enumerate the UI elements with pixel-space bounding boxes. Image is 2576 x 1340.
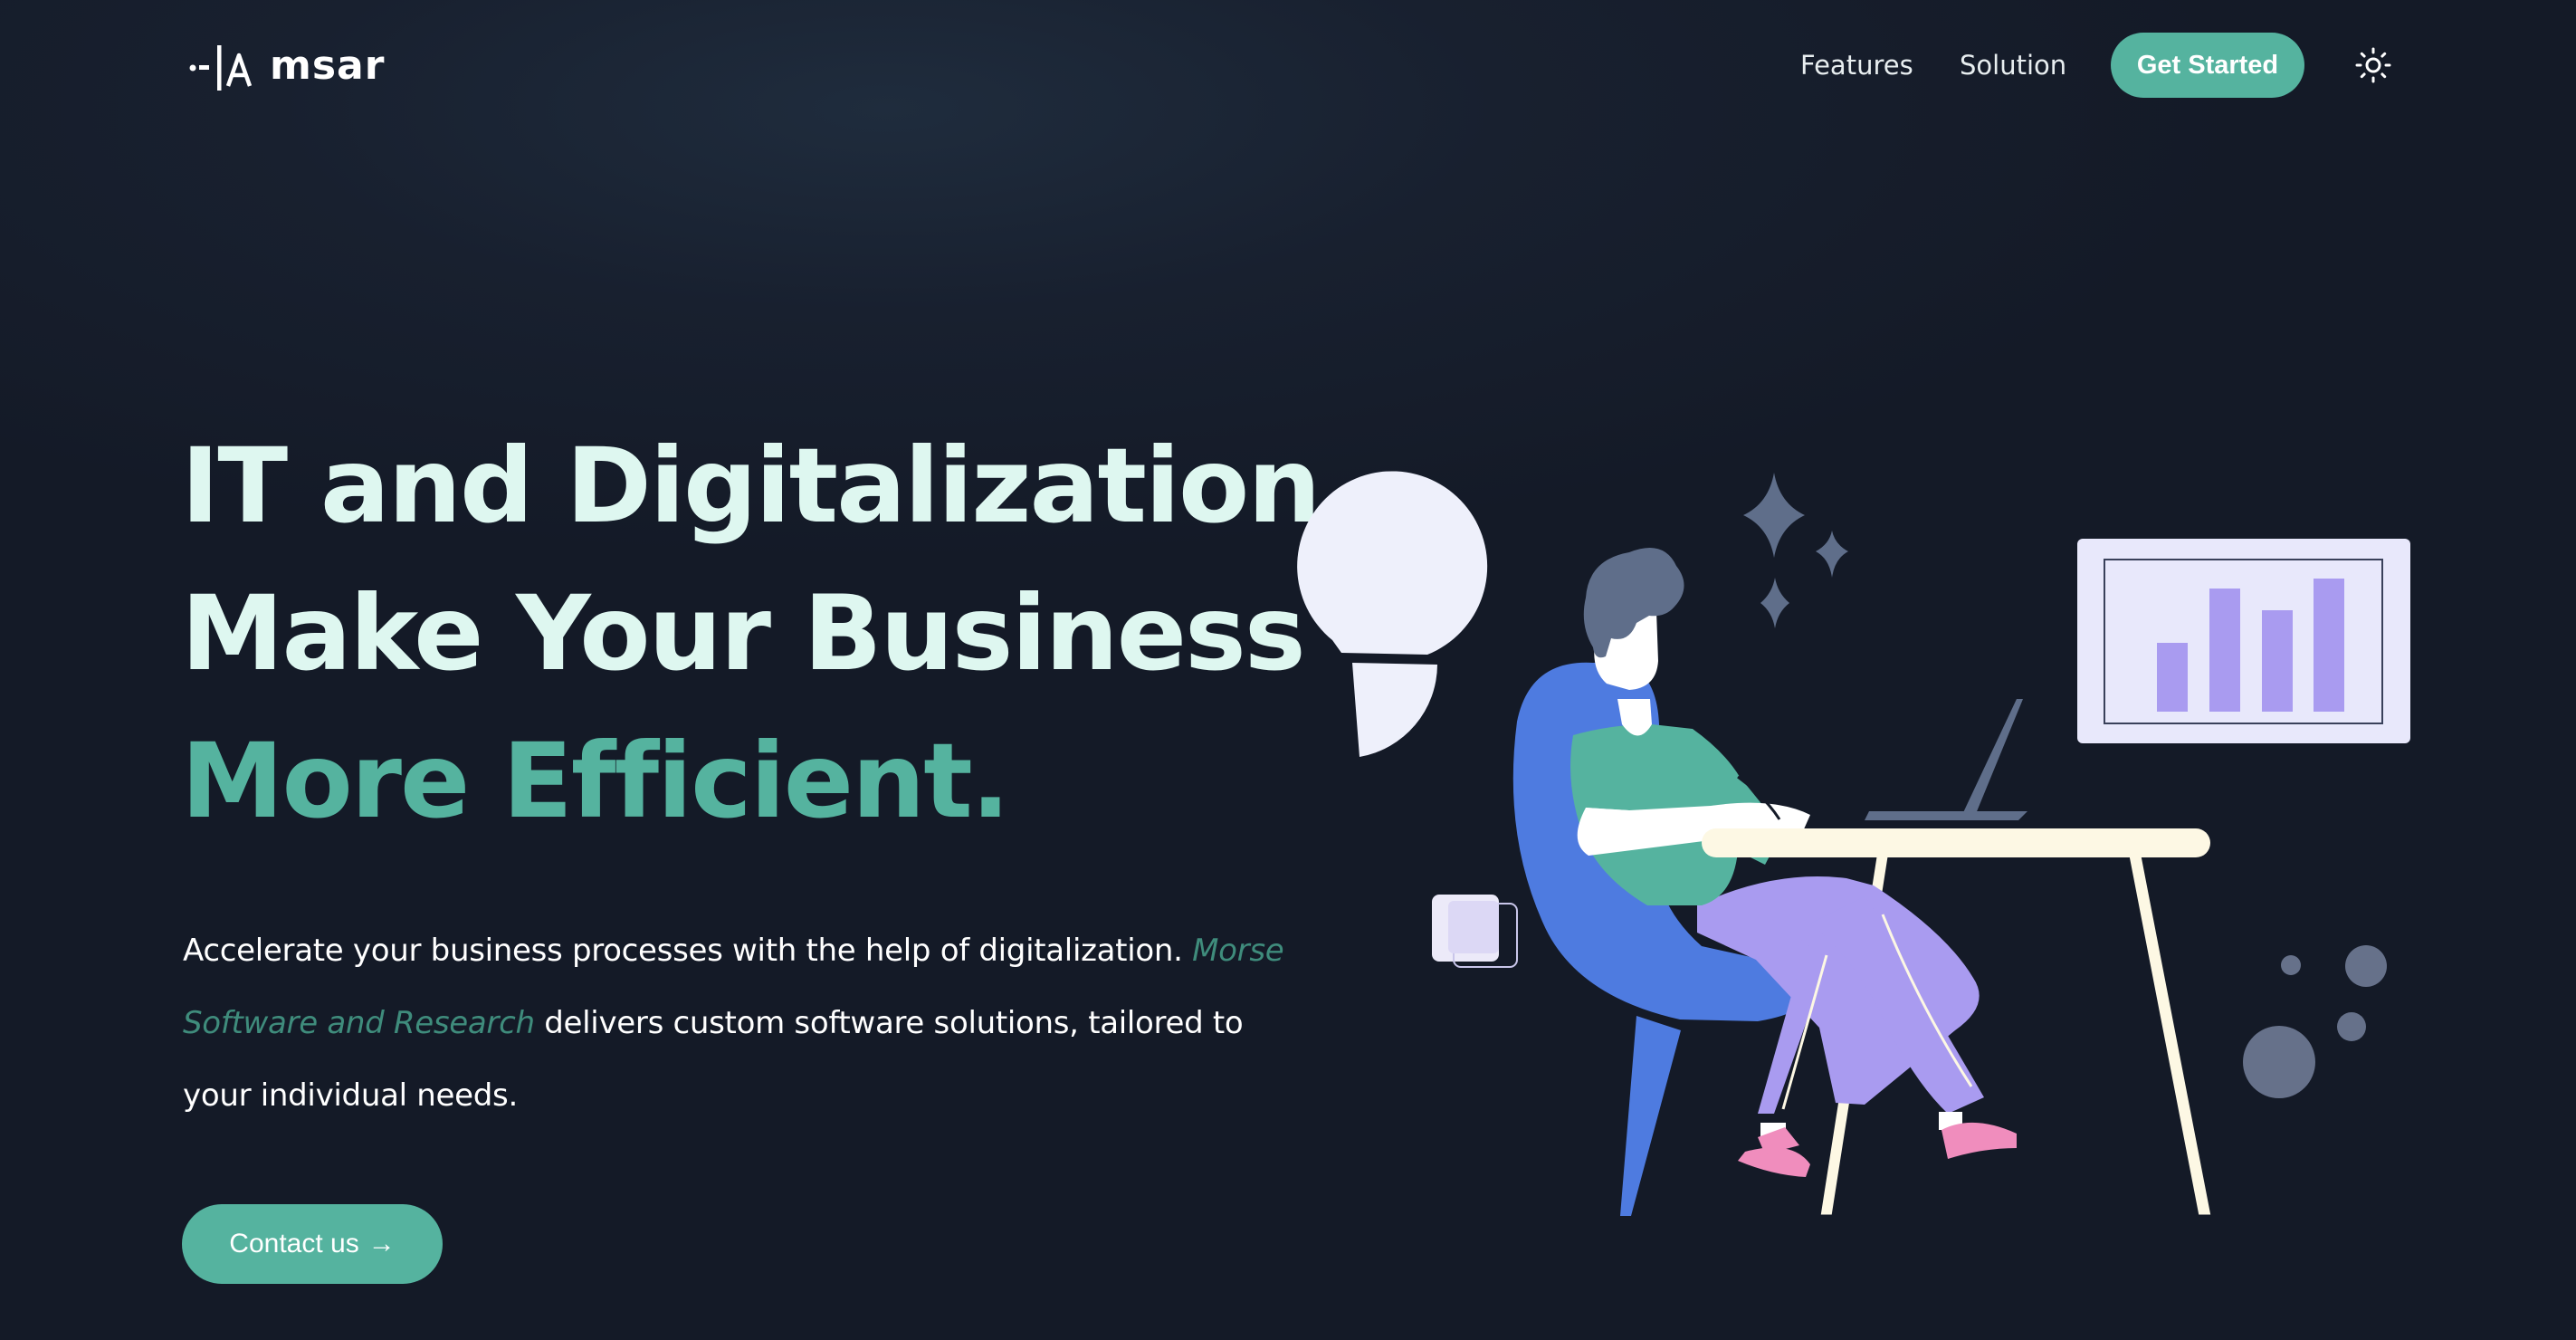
hero-illustration bbox=[1297, 471, 2410, 1218]
logo-mark-icon bbox=[189, 45, 253, 91]
theme-toggle-button[interactable] bbox=[2352, 43, 2395, 87]
sparkles-graphic bbox=[1743, 473, 1848, 628]
hero-description-intro: Accelerate your business processes with … bbox=[183, 933, 1183, 969]
get-started-button[interactable]: Get Started bbox=[2111, 33, 2304, 98]
contact-us-button[interactable]: Contact us → bbox=[182, 1204, 443, 1284]
contact-us-label: Contact us bbox=[229, 1229, 359, 1259]
nav-link-solution[interactable]: Solution bbox=[1960, 47, 2066, 83]
hero-description: Accelerate your business processes with … bbox=[183, 914, 1287, 1132]
hero-title: IT and Digitalization Make Your Business… bbox=[181, 412, 1321, 855]
hero-title-line-2: Make Your Business bbox=[181, 573, 1306, 694]
desk-top-graphic bbox=[1702, 828, 2210, 857]
hero-title-line-3: More Efficient. bbox=[181, 721, 1010, 841]
sun-icon bbox=[2355, 47, 2391, 83]
pie-chart-graphic bbox=[1297, 471, 1488, 757]
logo-text: msar bbox=[270, 42, 386, 89]
site-header: msar Features Solution Get Started bbox=[0, 0, 2576, 131]
floating-squares-graphic bbox=[1432, 895, 1518, 968]
arrow-right-icon: → bbox=[367, 1229, 396, 1259]
bubbles-graphic bbox=[2243, 945, 2387, 1098]
nav-link-features[interactable]: Features bbox=[1800, 47, 1913, 83]
hero-title-line-1: IT and Digitalization bbox=[181, 426, 1321, 546]
logo[interactable]: msar bbox=[183, 38, 385, 92]
bar-chart-monitor-graphic bbox=[2077, 539, 2410, 743]
laptop-graphic bbox=[1865, 699, 2027, 820]
